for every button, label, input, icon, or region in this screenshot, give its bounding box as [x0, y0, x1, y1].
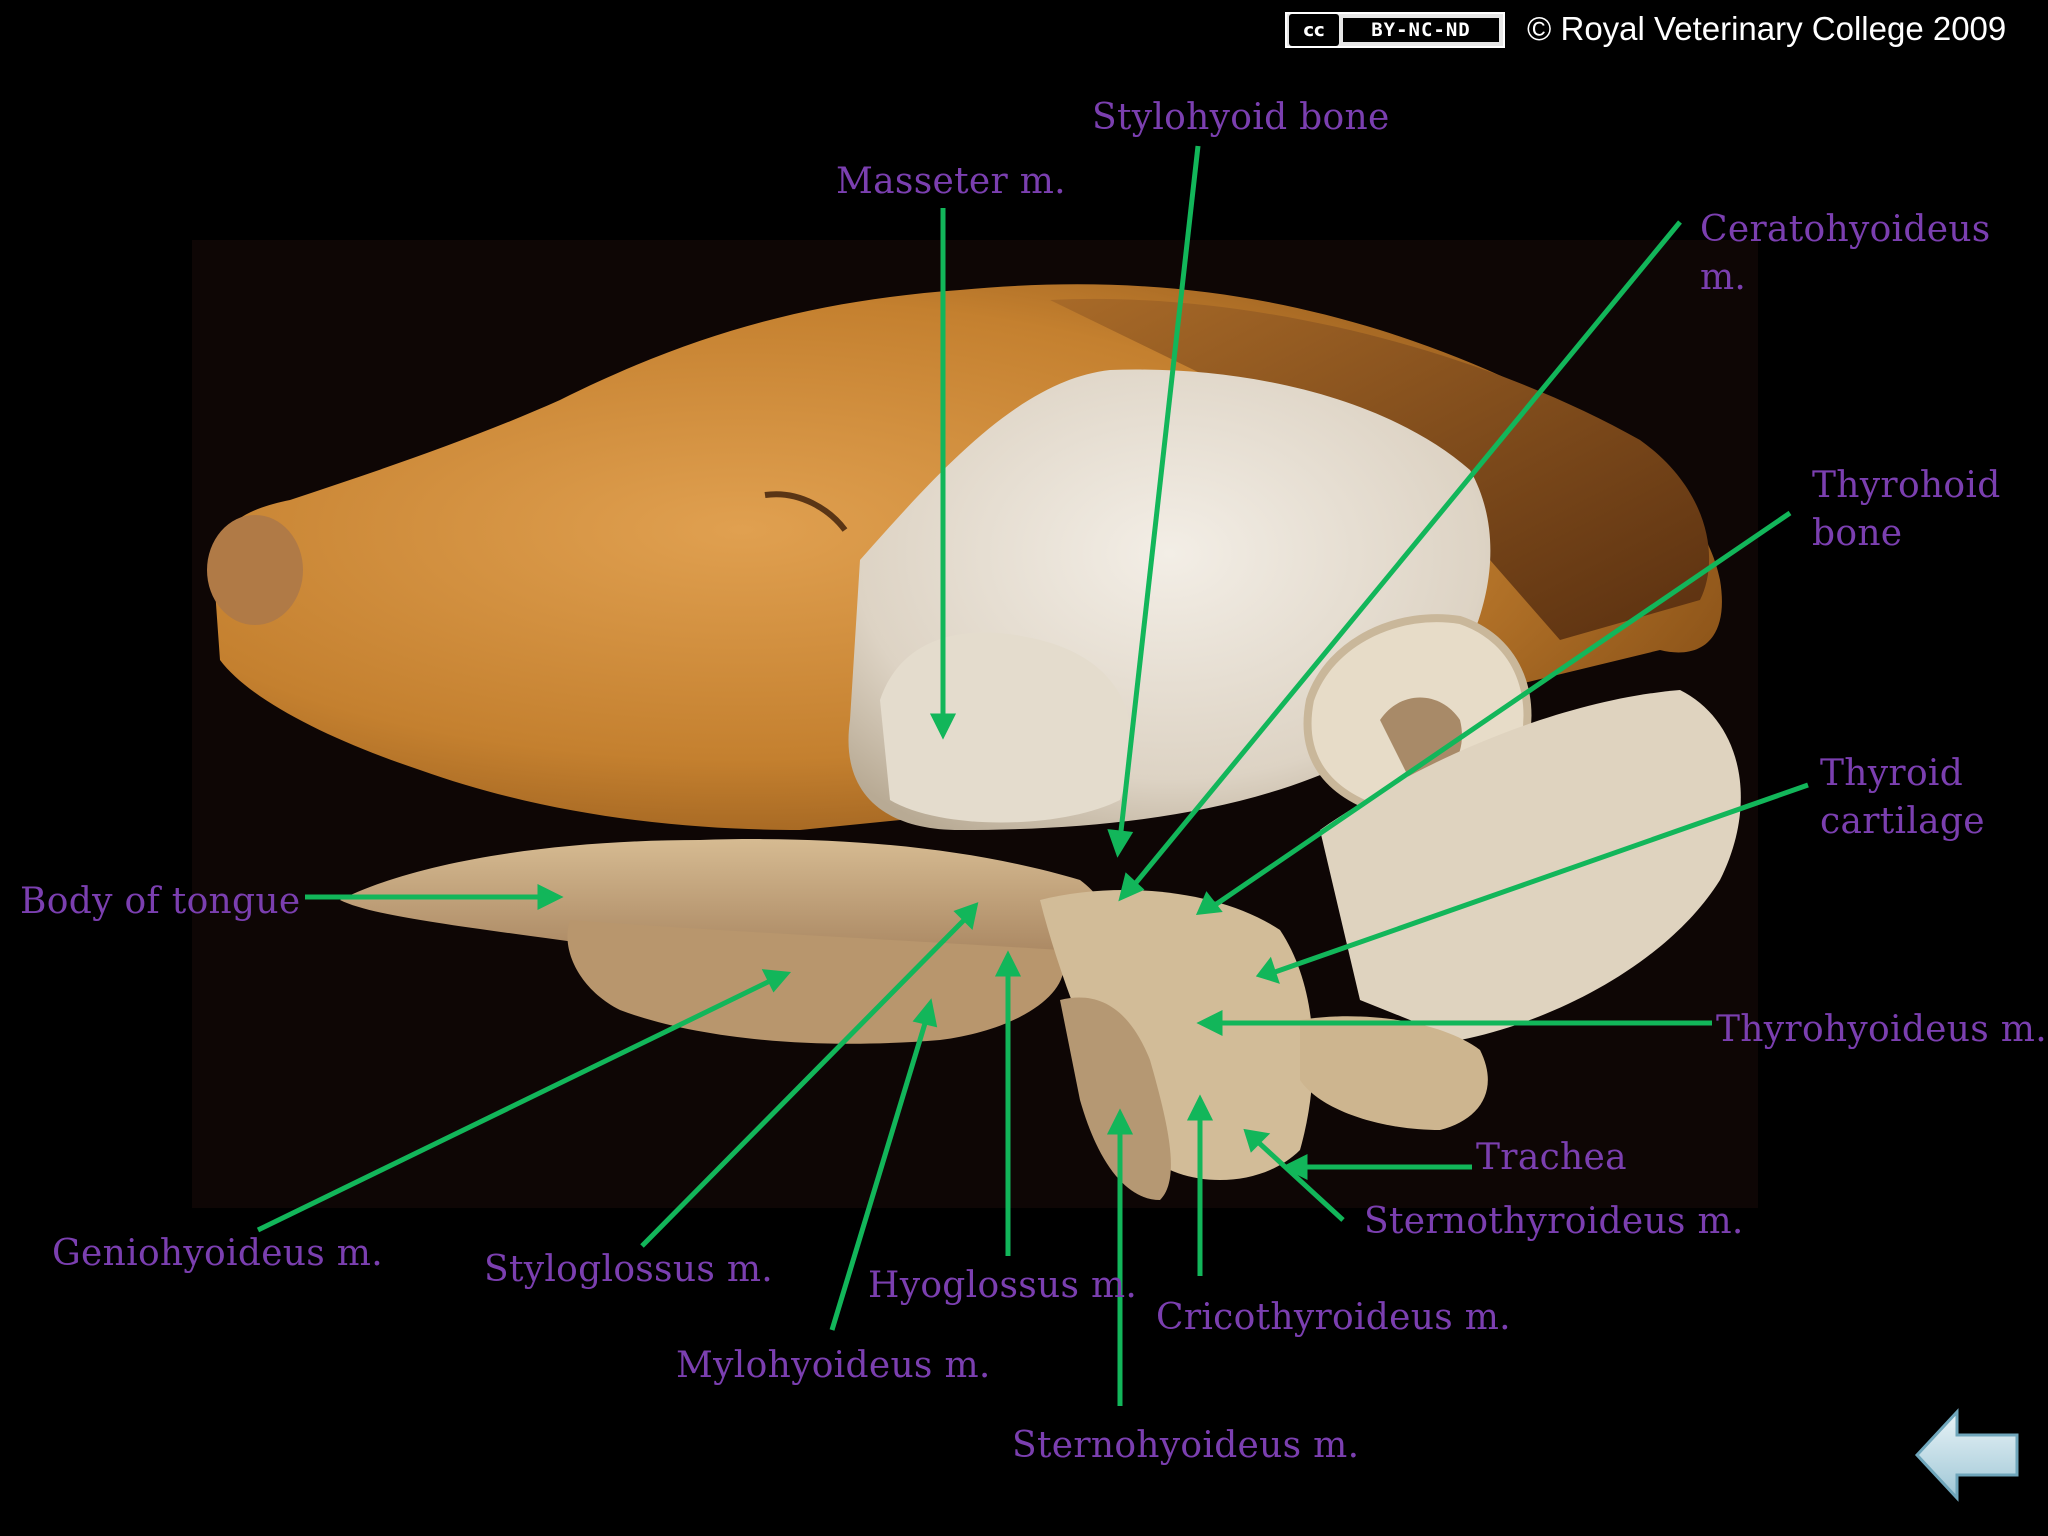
label-cricothyroideus: Cricothyroideus m. — [1156, 1297, 1511, 1338]
license-badge[interactable]: cc BY-NC-ND — [1285, 12, 1505, 48]
slide: cc BY-NC-ND © Royal Veterinary College 2… — [0, 0, 2048, 1536]
label-sternohyoideus: Sternohyoideus m. — [1012, 1425, 1360, 1466]
label-mylohyoideus: Mylohyoideus m. — [676, 1345, 991, 1386]
label-thyroid-cartilage: Thyroid cartilage — [1820, 753, 1985, 842]
license-text: BY-NC-ND — [1343, 18, 1499, 42]
label-stylohyoid-bone: Stylohyoid bone — [1092, 97, 1390, 138]
label-styloglossus: Styloglossus m. — [484, 1249, 774, 1290]
label-ceratohyoideus: Ceratohyoideus m. — [1700, 209, 1991, 298]
cc-logo-icon: cc — [1289, 14, 1339, 46]
label-geniohyoideus: Geniohyoideus m. — [52, 1233, 383, 1274]
label-hyoglossus: Hyoglossus m. — [868, 1265, 1138, 1306]
label-body-of-tongue: Body of tongue — [20, 881, 301, 922]
back-arrow-icon[interactable] — [1912, 1400, 2022, 1510]
label-thyrohoid-bone: Thyrohoid bone — [1812, 465, 2001, 554]
label-sternothyroideus: Sternothyroideus m. — [1364, 1201, 1744, 1242]
nose — [207, 515, 303, 625]
label-thyrohyoideus: Thyrohyoideus m. — [1716, 1009, 2047, 1050]
label-masseter: Masseter m. — [836, 161, 1066, 202]
label-trachea: Trachea — [1476, 1137, 1627, 1178]
copyright-text: © Royal Veterinary College 2009 — [1527, 10, 2007, 47]
